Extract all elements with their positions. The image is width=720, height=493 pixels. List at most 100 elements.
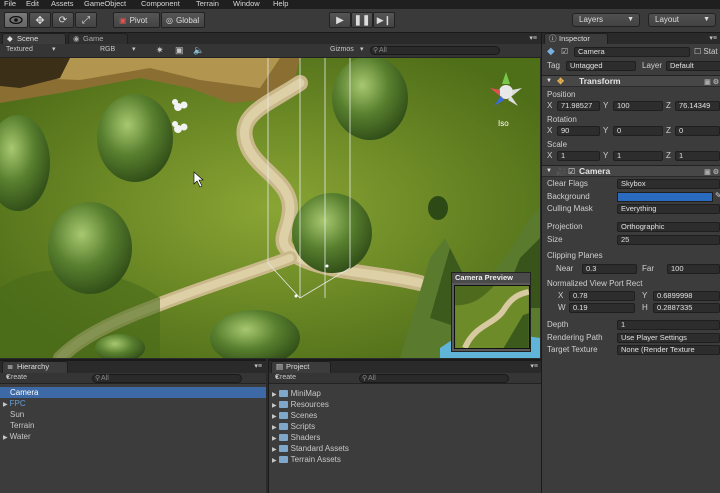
- position-z-field[interactable]: 76.14349: [675, 101, 720, 111]
- background-color-swatch[interactable]: [617, 192, 713, 202]
- list-item[interactable]: Camera: [0, 387, 266, 398]
- panel-menu-icon[interactable]: ▾≡: [529, 34, 537, 42]
- list-item[interactable]: ▶ Standard Assets: [269, 443, 349, 454]
- expand-arrow-icon[interactable]: ▶: [3, 402, 8, 408]
- tab-game[interactable]: ◉ Game: [68, 33, 128, 44]
- menu-edit[interactable]: Edit: [26, 0, 39, 8]
- size-field[interactable]: 25: [617, 235, 720, 245]
- panel-menu-icon[interactable]: ▾≡: [530, 362, 538, 370]
- layout-dropdown[interactable]: Layout ▼: [648, 13, 716, 27]
- menu-terrain[interactable]: Terrain: [196, 0, 219, 8]
- rotate-tool-button[interactable]: ⟳: [52, 12, 74, 28]
- scale-y-field[interactable]: 1: [613, 151, 663, 161]
- orientation-gizmo[interactable]: Iso: [482, 66, 530, 132]
- transform-header[interactable]: ▼ ✥ Transform ▣ ⚙: [542, 75, 720, 87]
- scale-z-field[interactable]: 1: [675, 151, 720, 161]
- project-search-input[interactable]: ⚲ All: [359, 374, 509, 383]
- step-button[interactable]: ▶❙: [373, 12, 395, 28]
- list-item[interactable]: ▶ Water: [0, 431, 31, 442]
- position-y-field[interactable]: 100: [613, 101, 663, 111]
- shading-mode-dropdown[interactable]: Textured: [6, 45, 33, 55]
- panel-menu-icon[interactable]: ▾≡: [254, 362, 262, 370]
- expand-arrow-icon[interactable]: ▶: [272, 447, 277, 453]
- pivot-toggle[interactable]: ▣ Pivot: [113, 12, 160, 28]
- eyedropper-icon[interactable]: ✎: [715, 191, 720, 200]
- render-mode-dropdown[interactable]: RGB: [100, 45, 115, 55]
- list-item[interactable]: ▶ FPC: [0, 398, 26, 409]
- near-field[interactable]: 0.3: [582, 264, 637, 274]
- active-checkbox[interactable]: ☑: [561, 47, 568, 56]
- tab-scene[interactable]: ◆ Scene: [2, 33, 66, 44]
- rendering-path-dropdown[interactable]: Use Player Settings: [617, 333, 720, 343]
- enabled-checkbox[interactable]: ☑: [568, 166, 575, 177]
- scene-search-input[interactable]: ⚲ All: [370, 46, 500, 55]
- list-item[interactable]: ▶ Shaders: [269, 432, 320, 443]
- tab-hierarchy[interactable]: ≣ Hierarchy: [2, 361, 68, 373]
- panel-menu-icon[interactable]: ▾≡: [709, 34, 717, 42]
- expand-arrow-icon[interactable]: ▶: [272, 403, 277, 409]
- move-tool-button[interactable]: ✥: [29, 12, 51, 28]
- list-item[interactable]: ▶ MiniMap: [269, 388, 321, 399]
- rotation-z-field[interactable]: 0: [675, 126, 720, 136]
- expand-arrow-icon[interactable]: ▶: [272, 425, 277, 431]
- scale-x-field[interactable]: 1: [557, 151, 600, 161]
- hand-tool-button[interactable]: [4, 12, 28, 28]
- list-item[interactable]: Terrain: [0, 420, 34, 431]
- clear-flags-dropdown[interactable]: Skybox: [617, 179, 720, 189]
- viewport-h-field[interactable]: 0.2887335: [653, 303, 720, 313]
- viewport-y-field[interactable]: 0.6899998: [653, 291, 720, 301]
- expand-arrow-icon[interactable]: ▶: [3, 435, 8, 441]
- lighting-toggle-icon[interactable]: ✷: [156, 45, 164, 55]
- expand-arrow-icon[interactable]: ▶: [272, 414, 277, 420]
- far-field[interactable]: 100: [667, 264, 720, 274]
- projection-dropdown[interactable]: Orthographic: [617, 222, 720, 232]
- component-settings-icon[interactable]: ▣ ⚙: [704, 167, 719, 178]
- target-texture-field[interactable]: None (Render Texture: [617, 345, 720, 355]
- project-create-button[interactable]: Create ▾: [275, 373, 296, 383]
- list-item-label: Water: [9, 432, 31, 441]
- audio-toggle-icon[interactable]: 🔈: [193, 45, 204, 55]
- layer-dropdown[interactable]: Default: [666, 61, 720, 71]
- menu-file[interactable]: File: [4, 0, 16, 8]
- image-toggle-icon[interactable]: ▣: [175, 45, 184, 55]
- menu-help[interactable]: Help: [273, 0, 288, 8]
- tab-inspector[interactable]: ⓘ Inspector: [544, 33, 608, 44]
- expand-arrow-icon[interactable]: ▶: [272, 392, 277, 398]
- gizmos-dropdown[interactable]: Gizmos: [330, 45, 354, 55]
- layers-dropdown[interactable]: Layers ▼: [572, 13, 640, 27]
- collapse-arrow-icon[interactable]: ▼: [546, 76, 552, 87]
- culling-mask-dropdown[interactable]: Everything: [617, 204, 720, 214]
- play-button[interactable]: ▶: [329, 12, 351, 28]
- clipping-planes-label: Clipping Planes: [547, 251, 603, 260]
- rotation-y-field[interactable]: 0: [613, 126, 663, 136]
- scene-view[interactable]: Iso Camera Preview: [0, 58, 540, 358]
- global-toggle[interactable]: ◎ Global: [161, 12, 205, 28]
- rotation-x-field[interactable]: 90: [557, 126, 600, 136]
- depth-field[interactable]: 1: [617, 320, 720, 330]
- object-name-field[interactable]: Camera: [574, 47, 690, 57]
- viewport-w-field[interactable]: 0.19: [569, 303, 635, 313]
- menu-gameobject[interactable]: GameObject: [84, 0, 126, 8]
- hierarchy-search-input[interactable]: ⚲ All: [92, 374, 242, 383]
- tab-project[interactable]: ▤ Project: [271, 361, 331, 373]
- list-item[interactable]: Sun: [0, 409, 24, 420]
- camera-component-header[interactable]: ▼ 🎥 ☑ Camera ▣ ⚙: [542, 165, 720, 177]
- hierarchy-create-button[interactable]: Create ▾: [6, 373, 27, 383]
- scale-tool-button[interactable]: ⤢: [75, 12, 97, 28]
- collapse-arrow-icon[interactable]: ▼: [546, 166, 552, 177]
- list-item[interactable]: ▶ Resources: [269, 399, 329, 410]
- expand-arrow-icon[interactable]: ▶: [272, 436, 277, 442]
- expand-arrow-icon[interactable]: ▶: [272, 458, 277, 464]
- pause-button[interactable]: ❚❚: [351, 12, 373, 28]
- menu-assets[interactable]: Assets: [51, 0, 74, 8]
- list-item[interactable]: ▶ Scenes: [269, 410, 317, 421]
- list-item[interactable]: ▶ Scripts: [269, 421, 315, 432]
- static-checkbox[interactable]: ☐ Stat: [694, 47, 718, 56]
- menu-window[interactable]: Window: [233, 0, 260, 8]
- tag-dropdown[interactable]: Untagged: [566, 61, 636, 71]
- position-x-field[interactable]: 71.98527: [557, 101, 600, 111]
- viewport-x-field[interactable]: 0.78: [569, 291, 635, 301]
- list-item[interactable]: ▶ Terrain Assets: [269, 454, 341, 465]
- component-settings-icon[interactable]: ▣ ⚙: [704, 77, 719, 88]
- menu-component[interactable]: Component: [141, 0, 180, 8]
